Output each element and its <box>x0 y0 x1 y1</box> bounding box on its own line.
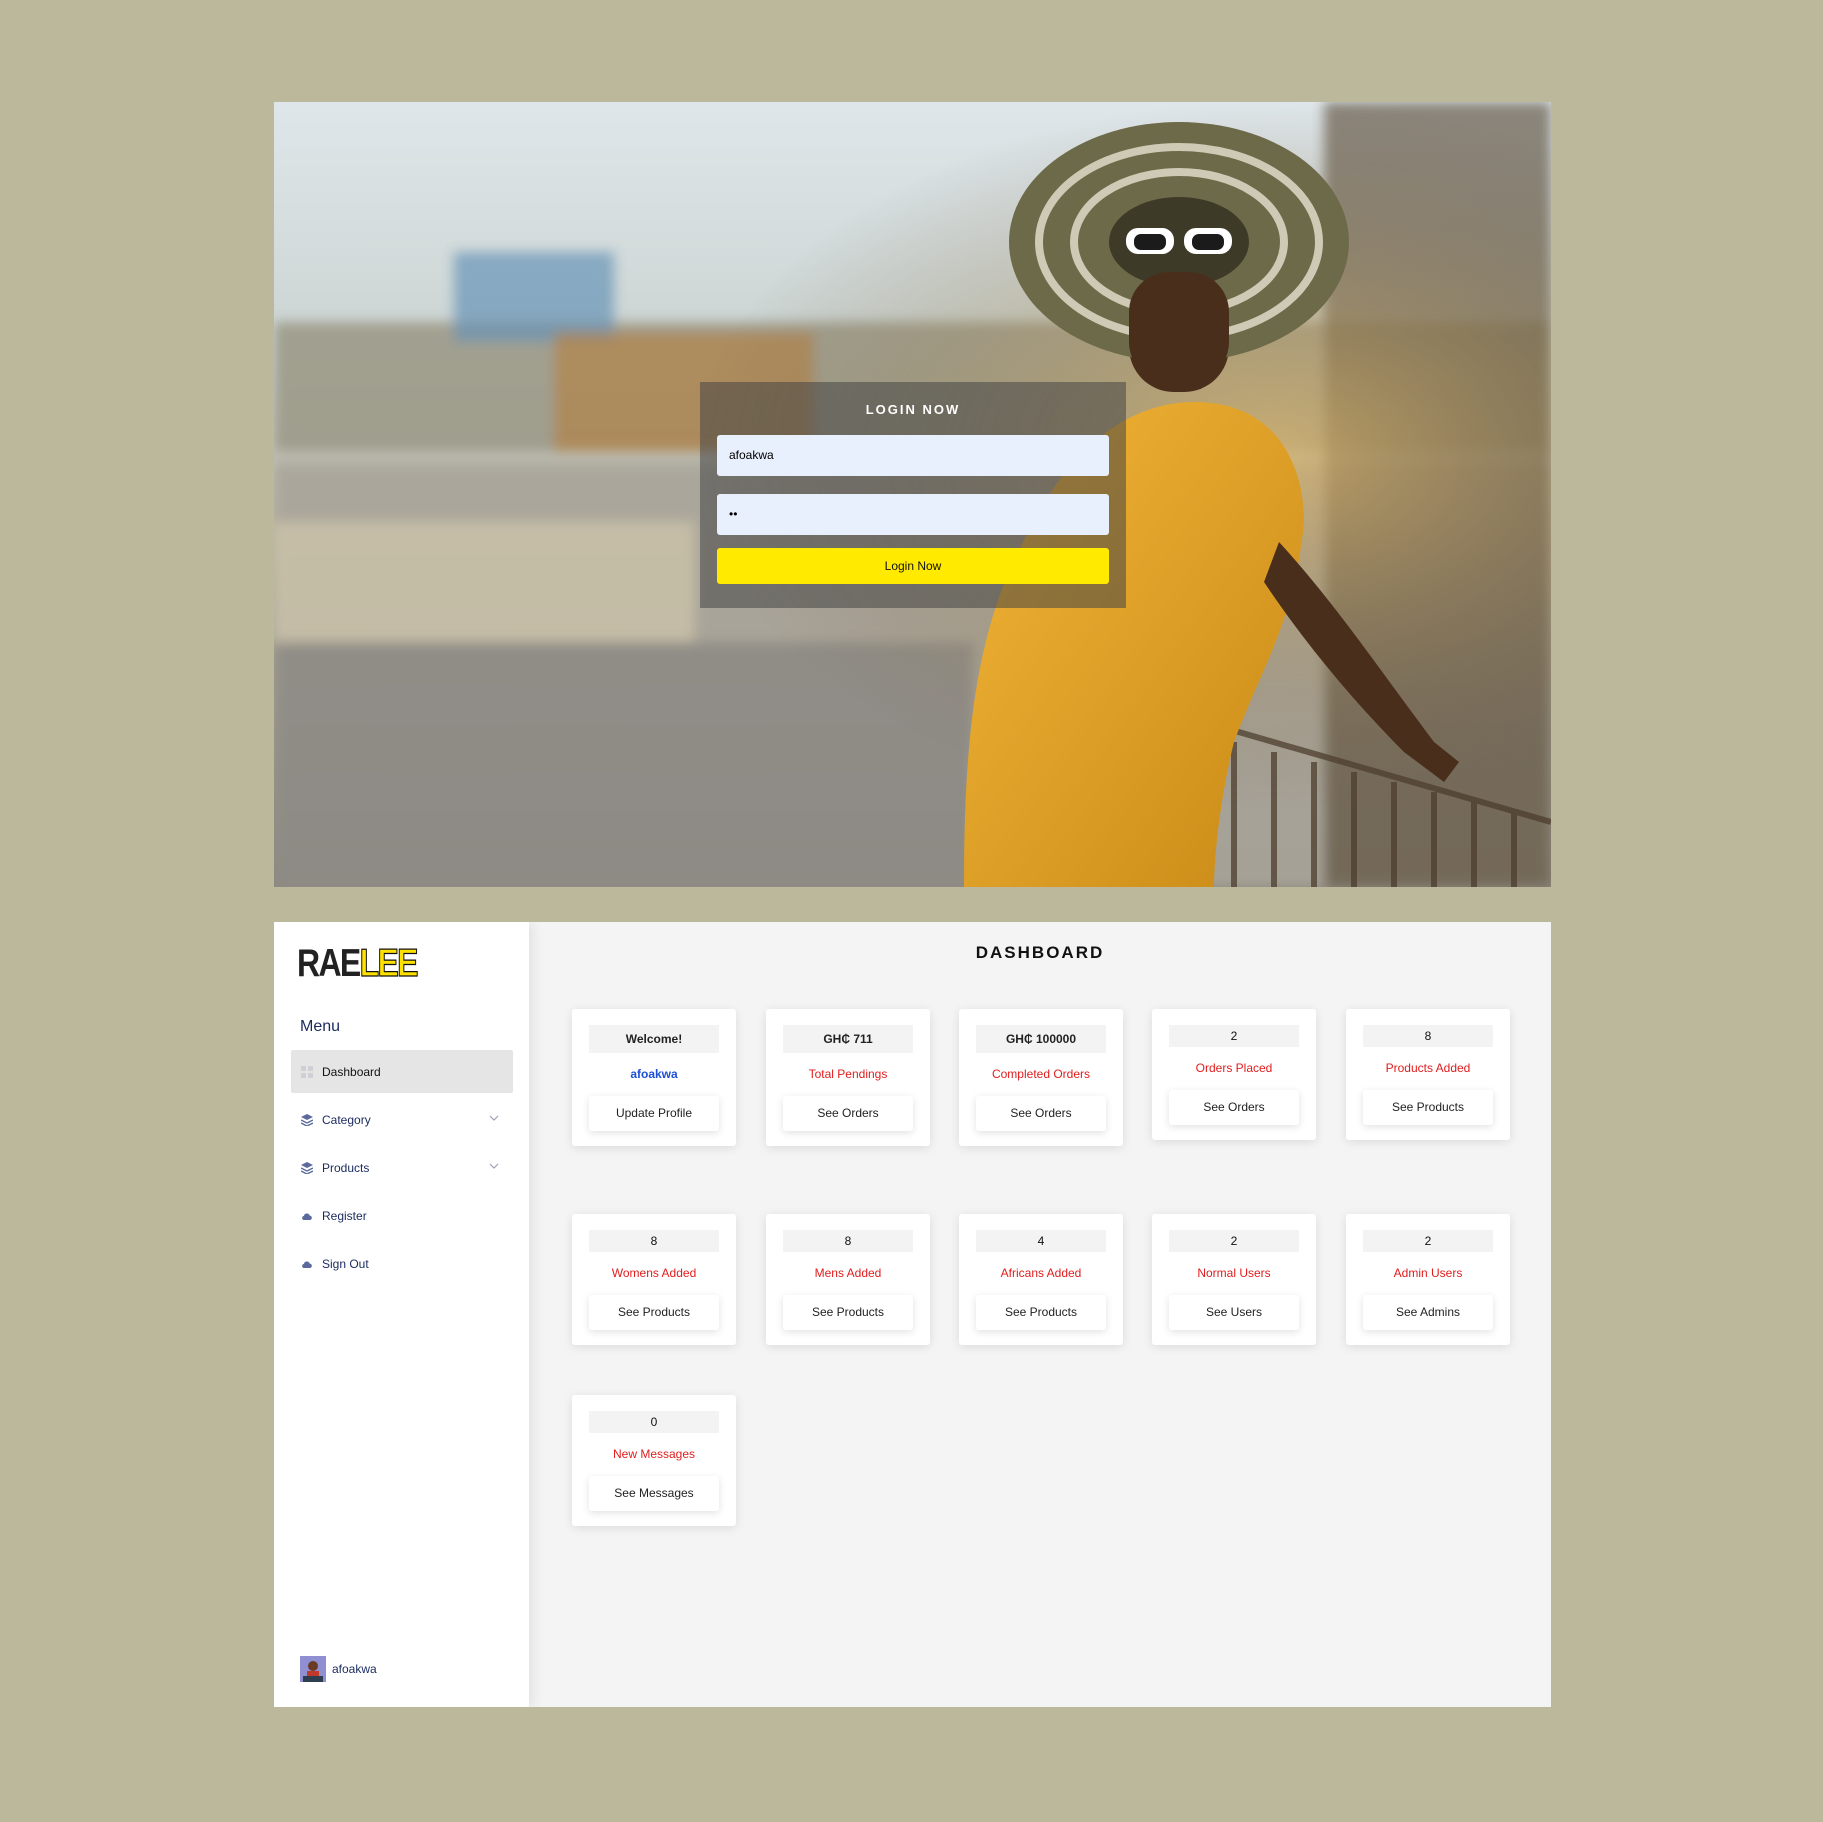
card-value: 2 <box>1363 1230 1493 1252</box>
card-normal-users: 2 Normal Users See Users <box>1152 1214 1316 1345</box>
card-admin-users: 2 Admin Users See Admins <box>1346 1214 1510 1345</box>
card-label: Total Pendings <box>808 1067 888 1081</box>
login-title: LOGIN NOW <box>865 402 961 417</box>
card-welcome: Welcome! afoakwa Update Profile <box>572 1009 736 1146</box>
grid-icon <box>301 1065 313 1078</box>
sidebar-item-label: Sign Out <box>322 1256 369 1271</box>
card-label: Normal Users <box>1197 1266 1271 1280</box>
cloud-icon <box>301 1258 313 1270</box>
layers-icon <box>301 1113 313 1126</box>
sidebar-item-register[interactable]: Register <box>291 1194 513 1237</box>
login-button[interactable]: Login Now <box>717 548 1109 584</box>
card-value: 8 <box>1363 1025 1493 1047</box>
card-label: Mens Added <box>814 1266 882 1280</box>
logo-part-lee: LEE <box>359 941 419 985</box>
see-orders-button[interactable]: See Orders <box>783 1096 913 1131</box>
sidebar-nav: Dashboard Category Products Register Sig… <box>291 1050 513 1290</box>
see-users-button[interactable]: See Users <box>1169 1295 1299 1330</box>
logo-part-rae: RAE <box>297 942 361 985</box>
layers-icon <box>301 1161 313 1174</box>
card-completed-orders: GH₵ 100000 Completed Orders See Orders <box>959 1009 1123 1146</box>
card-label: Products Added <box>1385 1061 1471 1075</box>
sidebar-item-label: Category <box>322 1112 371 1127</box>
card-orders-placed: 2 Orders Placed See Orders <box>1152 1009 1316 1140</box>
card-total-pendings: GH₵ 711 Total Pendings See Orders <box>766 1009 930 1146</box>
see-orders-button[interactable]: See Orders <box>976 1096 1106 1131</box>
see-admins-button[interactable]: See Admins <box>1363 1295 1493 1330</box>
password-input[interactable] <box>717 494 1109 535</box>
update-profile-button[interactable]: Update Profile <box>589 1096 719 1131</box>
sidebar-item-dashboard[interactable]: Dashboard <box>291 1050 513 1093</box>
card-value: 4 <box>976 1230 1106 1252</box>
card-value: 8 <box>589 1230 719 1252</box>
card-new-messages: 0 New Messages See Messages <box>572 1395 736 1526</box>
chevron-down-icon[interactable] <box>488 1112 500 1124</box>
see-products-button[interactable]: See Products <box>1363 1090 1493 1125</box>
username-input[interactable] <box>717 435 1109 476</box>
sidebar-item-label: Dashboard <box>322 1064 381 1079</box>
cloud-icon <box>301 1210 313 1222</box>
card-value: GH₵ 711 <box>783 1025 913 1053</box>
card-value: 0 <box>589 1411 719 1433</box>
sidebar-item-label: Products <box>322 1160 370 1175</box>
card-label: Africans Added <box>1000 1266 1082 1280</box>
card-label: Orders Placed <box>1195 1061 1273 1075</box>
sidebar-item-category[interactable]: Category <box>291 1098 513 1141</box>
card-value: Welcome! <box>589 1025 719 1053</box>
user-chip[interactable]: afoakwa <box>300 1656 377 1682</box>
sidebar-item-label: Register <box>322 1208 367 1223</box>
card-products-added: 8 Products Added See Products <box>1346 1009 1510 1140</box>
card-label: afoakwa <box>630 1067 678 1081</box>
login-panel: LOGIN NOW Login Now <box>700 382 1126 608</box>
brand-logo[interactable]: RAELEE <box>297 941 419 986</box>
sidebar-item-products[interactable]: Products <box>291 1146 513 1189</box>
card-label: New Messages <box>612 1447 696 1461</box>
card-mens-added: 8 Mens Added See Products <box>766 1214 930 1345</box>
avatar <box>300 1656 326 1682</box>
page-title: DASHBOARD <box>975 943 1105 962</box>
card-womens-added: 8 Womens Added See Products <box>572 1214 736 1345</box>
see-products-button[interactable]: See Products <box>976 1295 1106 1330</box>
card-label: Admin Users <box>1393 1266 1463 1280</box>
user-name: afoakwa <box>332 1662 377 1676</box>
sidebar-item-sign-out[interactable]: Sign Out <box>291 1242 513 1285</box>
dashboard-screen: RAELEE Menu Dashboard Category Products … <box>274 922 1551 1707</box>
chevron-down-icon[interactable] <box>488 1160 500 1172</box>
card-value: GH₵ 100000 <box>976 1025 1106 1053</box>
see-messages-button[interactable]: See Messages <box>589 1476 719 1511</box>
card-value: 8 <box>783 1230 913 1252</box>
card-label: Womens Added <box>611 1266 697 1280</box>
card-value: 2 <box>1169 1230 1299 1252</box>
card-label: Completed Orders <box>991 1067 1091 1081</box>
login-screen: LOGIN NOW Login Now <box>274 102 1551 887</box>
menu-heading: Menu <box>300 1018 341 1035</box>
see-products-button[interactable]: See Products <box>589 1295 719 1330</box>
see-orders-button[interactable]: See Orders <box>1169 1090 1299 1125</box>
see-products-button[interactable]: See Products <box>783 1295 913 1330</box>
card-value: 2 <box>1169 1025 1299 1047</box>
sidebar: RAELEE Menu Dashboard Category Products … <box>274 922 529 1707</box>
card-africans-added: 4 Africans Added See Products <box>959 1214 1123 1345</box>
